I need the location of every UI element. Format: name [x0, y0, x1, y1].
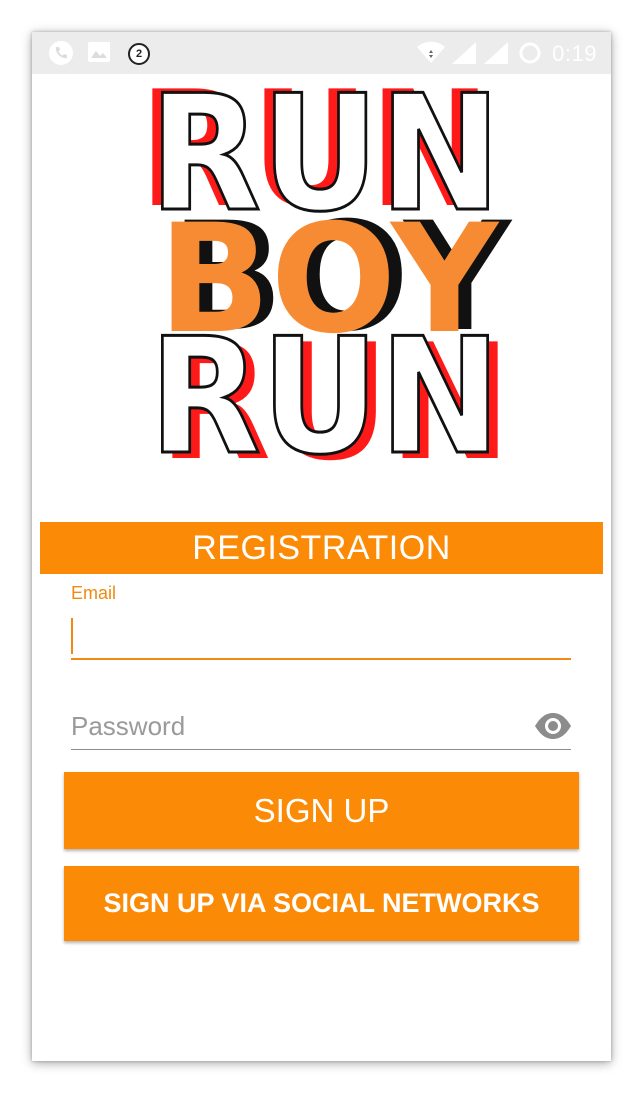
- notification-badge-icon: 2: [128, 43, 150, 65]
- text-cursor: [71, 618, 73, 654]
- sign-up-social-button[interactable]: SIGN UP VIA SOCIAL NETWORKS: [64, 866, 579, 941]
- sign-up-button[interactable]: SIGN UP: [64, 772, 579, 849]
- status-bar: 2 0:19: [32, 32, 611, 74]
- signal-icon: [452, 42, 476, 64]
- run-boy-run-logo: RUN RUN BOY BOY RUN RUN: [130, 56, 520, 496]
- notification-count: 2: [135, 48, 143, 60]
- eye-icon[interactable]: [533, 711, 573, 741]
- email-label: Email: [71, 583, 117, 603]
- wifi-icon: [417, 41, 445, 63]
- password-field[interactable]: [71, 704, 571, 750]
- image-icon: [88, 42, 110, 62]
- loading-icon: [519, 42, 541, 64]
- logo-line-3: RUN: [149, 303, 501, 472]
- phone-icon: [49, 41, 73, 65]
- signal-icon: [484, 42, 508, 64]
- status-time: 0:19: [552, 41, 597, 66]
- email-field[interactable]: [71, 614, 571, 660]
- registration-title: REGISTRATION: [40, 522, 603, 574]
- phone-screen: 2 0:19 RUN RUN BOY BOY RUN RUN REGISTRAT…: [32, 32, 611, 1061]
